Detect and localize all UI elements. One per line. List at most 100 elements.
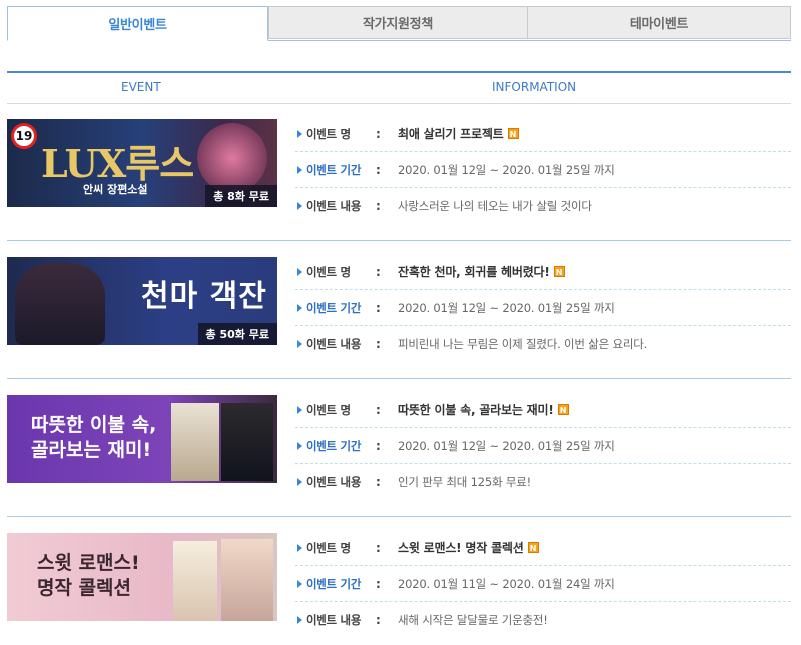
event-row: 천마 객잔 총 50화 무료 이벤트 명 : 잔혹한 천마, 회귀를 헤버렸다!… [7,244,791,379]
bullet-arrow-icon [297,441,302,450]
banner-subtitle: 안씨 장편소설 [83,183,148,196]
event-name-label: 이벤트 명 [306,126,351,141]
bullet-arrow-icon [297,303,302,312]
bullet-arrow-icon [297,201,302,210]
new-badge-icon: N [557,404,569,415]
event-period-value: 2020. 01월 12일 ~ 2020. 01월 25일 까지 [398,300,615,315]
bullet-arrow-icon [297,339,302,348]
tab-bar: 일반이벤트 작가지원정책 테마이벤트 [7,6,791,41]
event-name-line: 이벤트 명 : 스윗 로맨스! 명작 콜렉션 N [295,530,791,566]
event-content-value: 인기 판무 최대 125화 무료! [398,474,532,489]
colon: : [376,126,381,141]
bullet-arrow-icon [297,165,302,174]
banner-title-line1: 따뜻한 이불 속, [31,414,157,436]
colon: : [376,438,381,453]
event-row: 19 LUX루스 안씨 장편소설 총 8화 무료 이벤트 명 : 최애 살리기 … [7,106,791,241]
bullet-arrow-icon [297,579,302,588]
event-content-line: 이벤트 내용 : 인기 판무 최대 125화 무료! [295,464,791,499]
bullet-arrow-icon [297,477,302,486]
event-period-line: 이벤트 기간 : 2020. 01월 12일 ~ 2020. 01월 25일 까… [295,152,791,188]
event-title-link[interactable]: 최애 살리기 프로젝트 [398,125,504,142]
event-period-label: 이벤트 기간 [306,576,362,591]
colon: : [376,300,381,315]
banner-character-art [197,123,267,193]
colon: : [376,162,381,177]
event-name-line: 이벤트 명 : 최애 살리기 프로젝트 N [295,116,791,152]
banner-title: 스윗 로맨스! 명작 콜렉션 [37,551,140,601]
event-title-link[interactable]: 스윗 로맨스! 명작 콜렉션 [398,539,524,556]
tab-author-support[interactable]: 작가지원정책 [268,6,528,39]
event-period-line: 이벤트 기간 : 2020. 01월 11일 ~ 2020. 01월 24일 까… [295,566,791,602]
event-content-line: 이벤트 내용 : 피비린내 나는 무림은 이제 질렸다. 이번 삶은 요리다. [295,326,791,361]
row-divider [7,378,791,379]
event-content-line: 이벤트 내용 : 사랑스러운 나의 테오는 내가 살릴 것이다 [295,188,791,223]
event-content-value: 사랑스러운 나의 테오는 내가 살릴 것이다 [398,198,592,213]
new-badge-icon: N [507,128,519,139]
book-cover-image [221,539,273,621]
event-info: 이벤트 명 : 따뜻한 이불 속, 골라보는 재미! N 이벤트 기간 : 20… [295,392,791,499]
event-content-label: 이벤트 내용 [306,474,362,489]
event-content-label: 이벤트 내용 [306,198,362,213]
bullet-arrow-icon [297,615,302,624]
event-name-label: 이벤트 명 [306,540,351,555]
event-content-value: 피비린내 나는 무림은 이제 질렸다. 이번 삶은 요리다. [398,336,648,351]
event-info: 이벤트 명 : 최애 살리기 프로젝트 N 이벤트 기간 : 2020. 01월… [295,116,791,223]
book-cover-image [221,403,273,481]
event-period-value: 2020. 01월 11일 ~ 2020. 01월 24일 까지 [398,576,615,591]
colon: : [376,474,381,489]
event-banner[interactable]: 스윗 로맨스! 명작 콜렉션 [7,533,277,621]
event-period-label: 이벤트 기간 [306,162,362,177]
event-name-label: 이벤트 명 [306,402,351,417]
event-title-link[interactable]: 따뜻한 이불 속, 골라보는 재미! [398,401,554,418]
event-title-link[interactable]: 잔혹한 천마, 회귀를 헤버렸다! [398,263,550,280]
event-banner[interactable]: 19 LUX루스 안씨 장편소설 총 8화 무료 [7,119,277,207]
column-header: EVENT INFORMATION [7,71,791,104]
colon: : [376,612,381,627]
bullet-arrow-icon [297,129,302,138]
colon: : [376,402,381,417]
column-event: EVENT [121,80,161,94]
event-content-line: 이벤트 내용 : 새해 시작은 달달물로 기운충전! [295,602,791,637]
event-name-line: 이벤트 명 : 잔혹한 천마, 회귀를 헤버렸다! N [295,254,791,290]
event-info: 이벤트 명 : 잔혹한 천마, 회귀를 헤버렸다! N 이벤트 기간 : 202… [295,254,791,361]
banner-title-line2: 골라보는 재미! [31,439,152,461]
column-information: INFORMATION [492,80,577,94]
book-cover-image [171,403,219,481]
book-cover-image [173,541,217,621]
banner-title-line1: 스윗 로맨스! [37,552,140,574]
event-period-line: 이벤트 기간 : 2020. 01월 12일 ~ 2020. 01월 25일 까… [295,428,791,464]
colon: : [376,540,381,555]
row-divider [7,516,791,517]
banner-title: LUX루스 [41,141,194,186]
colon: : [376,198,381,213]
event-row: 따뜻한 이불 속, 골라보는 재미! 이벤트 명 : 따뜻한 이불 속, 골라보… [7,382,791,517]
banner-footer: 총 50화 무료 [197,323,277,345]
colon: : [376,336,381,351]
event-period-line: 이벤트 기간 : 2020. 01월 12일 ~ 2020. 01월 25일 까… [295,290,791,326]
event-content-label: 이벤트 내용 [306,612,362,627]
event-banner[interactable]: 따뜻한 이불 속, 골라보는 재미! [7,395,277,483]
event-row: 스윗 로맨스! 명작 콜렉션 이벤트 명 : 스윗 로맨스! 명작 콜렉션 N … [7,520,791,645]
tab-theme-events[interactable]: 테마이벤트 [527,6,791,39]
banner-title: 따뜻한 이불 속, 골라보는 재미! [31,413,156,463]
bullet-arrow-icon [297,405,302,414]
event-banner[interactable]: 천마 객잔 총 50화 무료 [7,257,277,345]
age-rating-badge: 19 [11,123,37,149]
tab-general-events[interactable]: 일반이벤트 [7,6,268,41]
event-name-line: 이벤트 명 : 따뜻한 이불 속, 골라보는 재미! N [295,392,791,428]
bullet-arrow-icon [297,543,302,552]
banner-character-art [15,263,105,345]
event-content-label: 이벤트 내용 [306,336,362,351]
banner-title: 천마 객잔 [141,279,267,314]
row-divider [7,240,791,241]
bullet-arrow-icon [297,267,302,276]
colon: : [376,576,381,591]
event-name-label: 이벤트 명 [306,264,351,279]
event-period-value: 2020. 01월 12일 ~ 2020. 01월 25일 까지 [398,438,615,453]
event-period-label: 이벤트 기간 [306,300,362,315]
colon: : [376,264,381,279]
event-period-value: 2020. 01월 12일 ~ 2020. 01월 25일 까지 [398,162,615,177]
banner-footer: 총 8화 무료 [205,185,277,207]
banner-title-line2: 명작 콜렉션 [37,577,132,599]
event-info: 이벤트 명 : 스윗 로맨스! 명작 콜렉션 N 이벤트 기간 : 2020. … [295,530,791,637]
